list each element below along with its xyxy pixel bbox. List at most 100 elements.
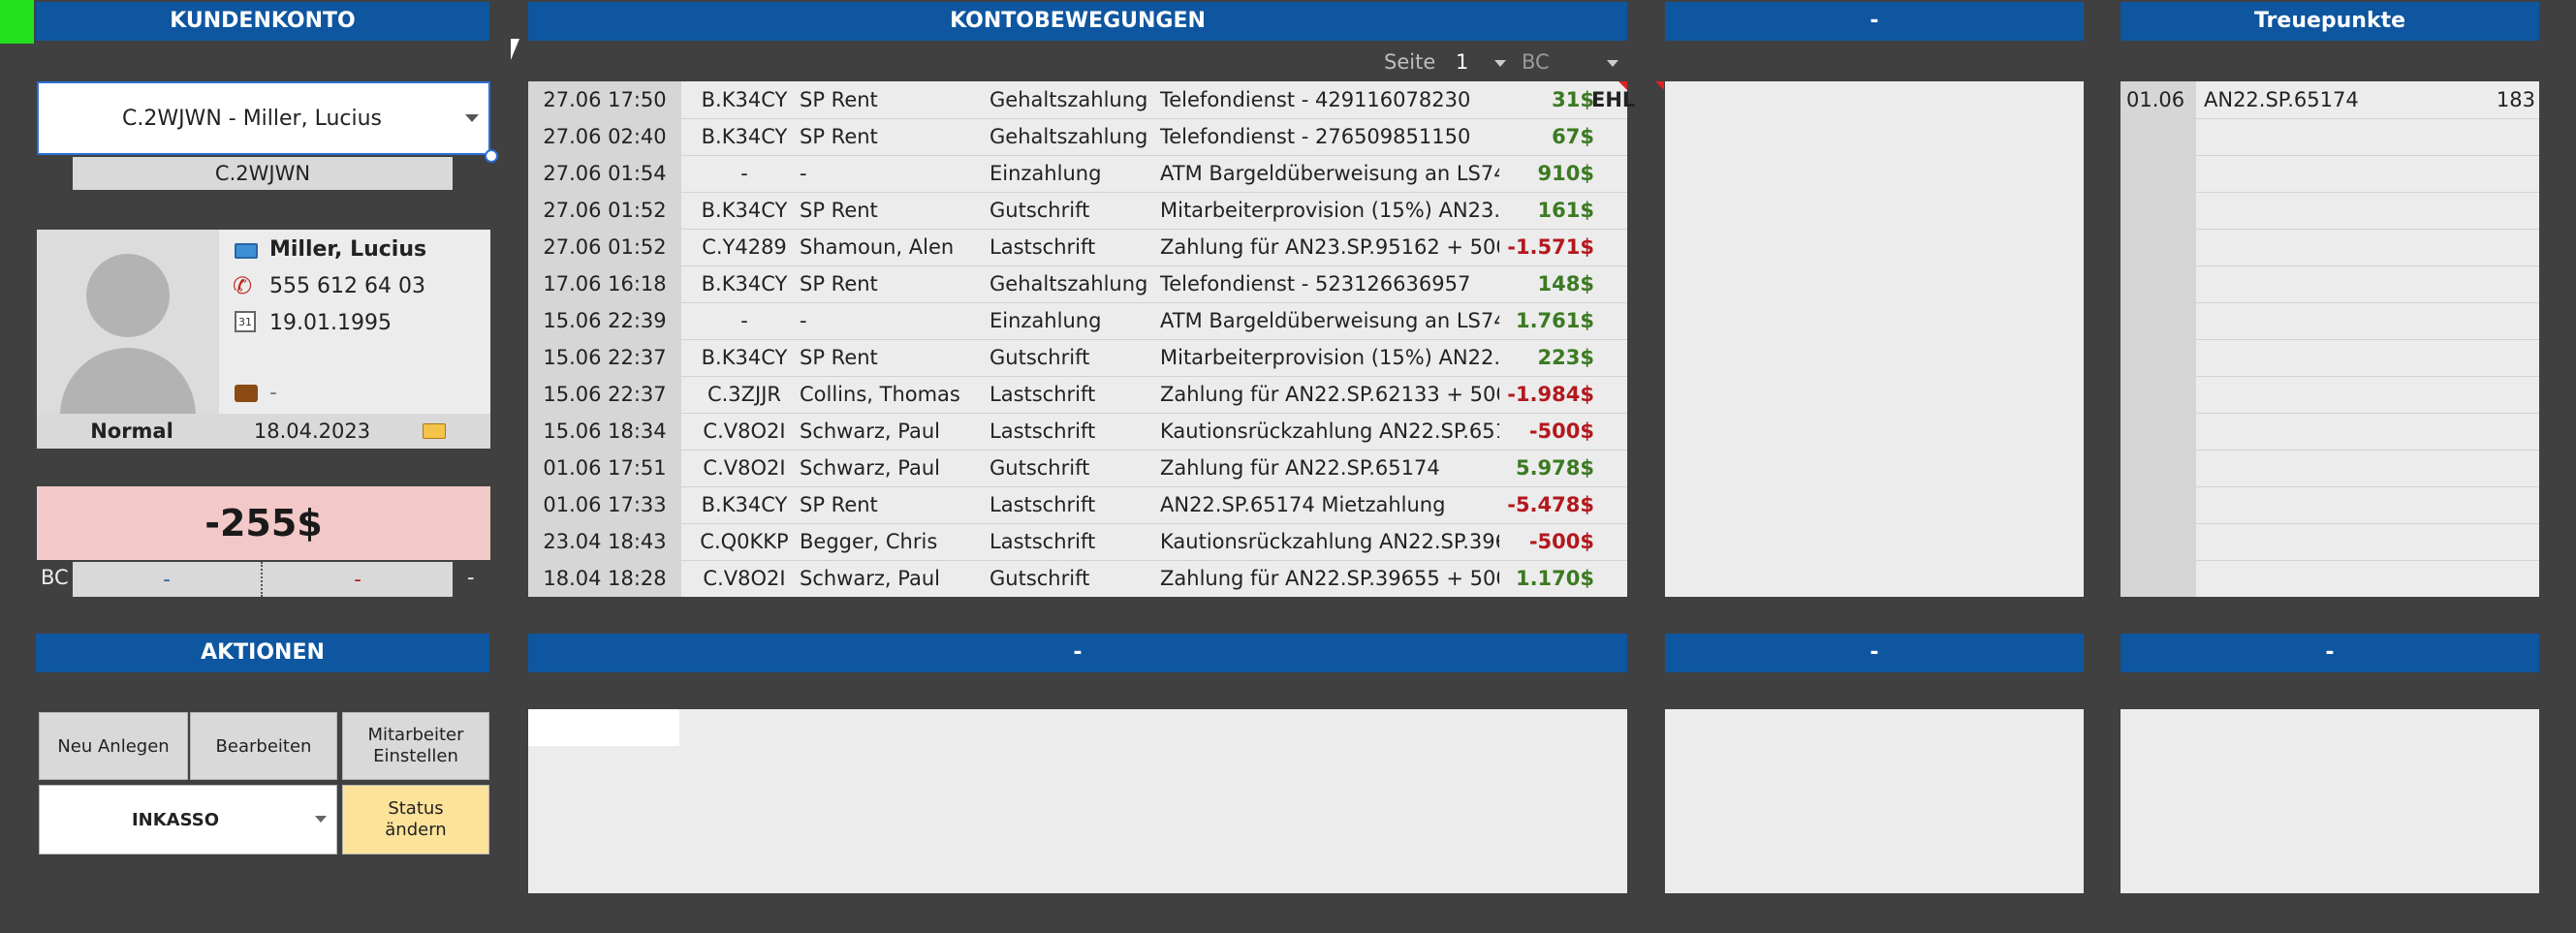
tx-name: SP Rent	[800, 88, 878, 111]
loyalty-row[interactable]	[2196, 302, 2539, 340]
loyalty-row[interactable]	[2196, 155, 2539, 193]
bc-value-1: -	[73, 562, 263, 597]
tx-id: -	[740, 162, 748, 185]
calendar-icon: 31	[235, 311, 256, 332]
tx-amount: -500$	[1528, 530, 1594, 553]
tx-id: C.Q0KKP	[700, 530, 789, 553]
tx-type: Lastschrift	[990, 530, 1096, 553]
bc-label: BC	[41, 566, 69, 589]
page-number: 1	[1456, 50, 1469, 74]
tx-type: Gutschrift	[990, 456, 1090, 480]
loyalty-row[interactable]: 01.06 AN22.SP.65174 183	[2126, 81, 2539, 119]
table-row[interactable]: 27.06 01:52 B.K34CY SP Rent Gutschrift Mitar…	[528, 192, 1627, 230]
loyalty-row[interactable]	[2196, 450, 2539, 487]
hire-employee-button[interactable]: Mitarbeiter Einstellen	[342, 712, 489, 780]
bottom-right-panel	[2120, 709, 2539, 893]
table-row[interactable]: 27.06 17:50 B.K34CY SP Rent Gehaltszahlung T…	[528, 81, 1627, 119]
loyalty-date: 01.06	[2126, 88, 2185, 111]
tx-amount: -500$	[1528, 420, 1594, 443]
tx-description: Kautionsrückzahlung AN22.SP.65174	[1160, 420, 1499, 443]
bc-filter-select[interactable]: BC	[1520, 47, 1624, 79]
tx-id: C.V8O2I	[703, 456, 786, 480]
tx-date: 17.06 16:18	[528, 265, 681, 302]
tx-type: Gehaltszahlung	[990, 125, 1148, 148]
loyalty-row[interactable]	[2196, 376, 2539, 414]
mouse-cursor-icon	[511, 39, 519, 60]
bc-values: - -	[73, 562, 453, 597]
loyalty-row[interactable]	[2196, 192, 2539, 230]
table-row[interactable]: 15.06 22:37 B.K34CY SP Rent Gutschrift Mitar…	[528, 339, 1627, 377]
table-row[interactable]: 27.06 01:54 - - Einzahlung ATM Bargeldüberwe…	[528, 155, 1627, 193]
table-row[interactable]: 01.06 17:51 C.V8O2I Schwarz, Paul Gutschrif…	[528, 450, 1627, 487]
profile-footer: Normal 18.04.2023	[37, 414, 490, 449]
bottom-mid-header: -	[1665, 634, 2084, 672]
table-row[interactable]: 15.06 18:34 C.V8O2I Schwarz, Paul Lastschri…	[528, 413, 1627, 451]
tx-name: Schwarz, Paul	[800, 456, 940, 480]
tx-id: C.3ZJJR	[707, 383, 782, 406]
tx-date: 15.06 18:34	[528, 413, 681, 450]
table-row[interactable]: 18.04 18:28 C.V8O2I Schwarz, Paul Gutschrif…	[528, 560, 1627, 597]
chevron-down-icon	[465, 114, 479, 122]
account-select[interactable]: C.2WJWN - Miller, Lucius	[37, 81, 498, 163]
tx-description: Zahlung für AN22.SP.39655 + 500$ K	[1160, 567, 1499, 590]
status-select[interactable]: INKASSO	[39, 785, 337, 855]
loyalty-row[interactable]	[2196, 339, 2539, 377]
edit-button[interactable]: Bearbeiten	[190, 712, 337, 780]
new-account-button[interactable]: Neu Anlegen	[39, 712, 188, 780]
tx-description: Telefondienst - 276509851150	[1160, 125, 1471, 148]
active-cell[interactable]	[528, 709, 679, 746]
page-select[interactable]: 1	[1454, 47, 1512, 79]
table-row[interactable]: 27.06 01:52 C.Y4289 Shamoun, Alen Lastschri…	[528, 229, 1627, 266]
table-row[interactable]: 15.06 22:37 C.3ZJJR Collins, Thomas Lastsch…	[528, 376, 1627, 414]
loyalty-row[interactable]	[2196, 523, 2539, 561]
resize-handle[interactable]	[485, 149, 498, 163]
bottom-center-panel	[528, 709, 1627, 893]
loyalty-row[interactable]	[2196, 118, 2539, 156]
loyalty-points: 183	[2496, 88, 2535, 111]
loyalty-row[interactable]	[2196, 560, 2539, 597]
tx-id: B.K34CY	[701, 493, 788, 516]
middle-panel	[1665, 81, 2084, 597]
table-row[interactable]: 23.04 18:43 C.Q0KKP Begger, Chris Lastschri…	[528, 523, 1627, 561]
table-row[interactable]: 17.06 16:18 B.K34CY SP Rent Gehaltszahlung T…	[528, 265, 1627, 303]
tx-description: Zahlung für AN22.SP.65174	[1160, 456, 1440, 480]
change-status-button[interactable]: Status ändern	[342, 785, 489, 855]
tx-name: -	[800, 162, 807, 185]
comment-marker	[1618, 81, 1627, 90]
tx-description: Telefondienst - 523126636957	[1160, 272, 1471, 295]
tx-id: B.K34CY	[701, 272, 788, 295]
tx-date: 27.06 01:52	[528, 229, 681, 265]
table-row[interactable]: 15.06 22:39 - - Einzahlung ATM Bargeldüberwe…	[528, 302, 1627, 340]
table-row[interactable]: 01.06 17:33 B.K34CY SP Rent Lastschrift AN22…	[528, 486, 1627, 524]
tx-description: Zahlung für AN23.SP.95162 + 500$ K	[1160, 235, 1499, 259]
tx-id: -	[740, 309, 748, 332]
tx-amount: 148$	[1537, 272, 1594, 295]
tx-id: C.V8O2I	[703, 420, 786, 443]
tx-description: Zahlung für AN22.SP.62133 + 500$ K	[1160, 383, 1499, 406]
loyalty-row[interactable]	[2196, 413, 2539, 451]
loyalty-row[interactable]	[2196, 486, 2539, 524]
avatar	[37, 230, 219, 414]
loyalty-row[interactable]	[2196, 229, 2539, 266]
loyalty-header: Treuepunkte	[2120, 2, 2539, 41]
tx-type: Gutschrift	[990, 199, 1090, 222]
tx-description: ATM Bargeldüberweisung an LS7474	[1160, 162, 1499, 185]
tx-type: Gutschrift	[990, 346, 1090, 369]
bc-value-3: -	[467, 566, 475, 589]
tx-description: Telefondienst - 429116078230	[1160, 88, 1471, 111]
tx-amount: 5.978$	[1515, 456, 1594, 480]
tx-type: Lastschrift	[990, 235, 1096, 259]
tx-description: Kautionsrückzahlung AN22.SP.39655	[1160, 530, 1499, 553]
tx-amount: 67$	[1552, 125, 1594, 148]
folder-icon[interactable]	[423, 423, 446, 439]
table-row[interactable]: 27.06 02:40 B.K34CY SP Rent Gehaltszahlung T…	[528, 118, 1627, 156]
status-indicator	[0, 0, 34, 44]
tx-description: Mitarbeiterprovision (15%) AN22.SP.6	[1160, 346, 1499, 369]
bc-value-2: -	[354, 568, 361, 591]
tx-amount: 161$	[1537, 199, 1594, 222]
bc-filter-value: BC	[1522, 50, 1550, 74]
loyalty-row[interactable]	[2196, 265, 2539, 303]
tx-amount: 31$	[1552, 88, 1594, 111]
tx-type: Lastschrift	[990, 383, 1096, 406]
tx-description: AN22.SP.65174 Mietzahlung	[1160, 493, 1446, 516]
